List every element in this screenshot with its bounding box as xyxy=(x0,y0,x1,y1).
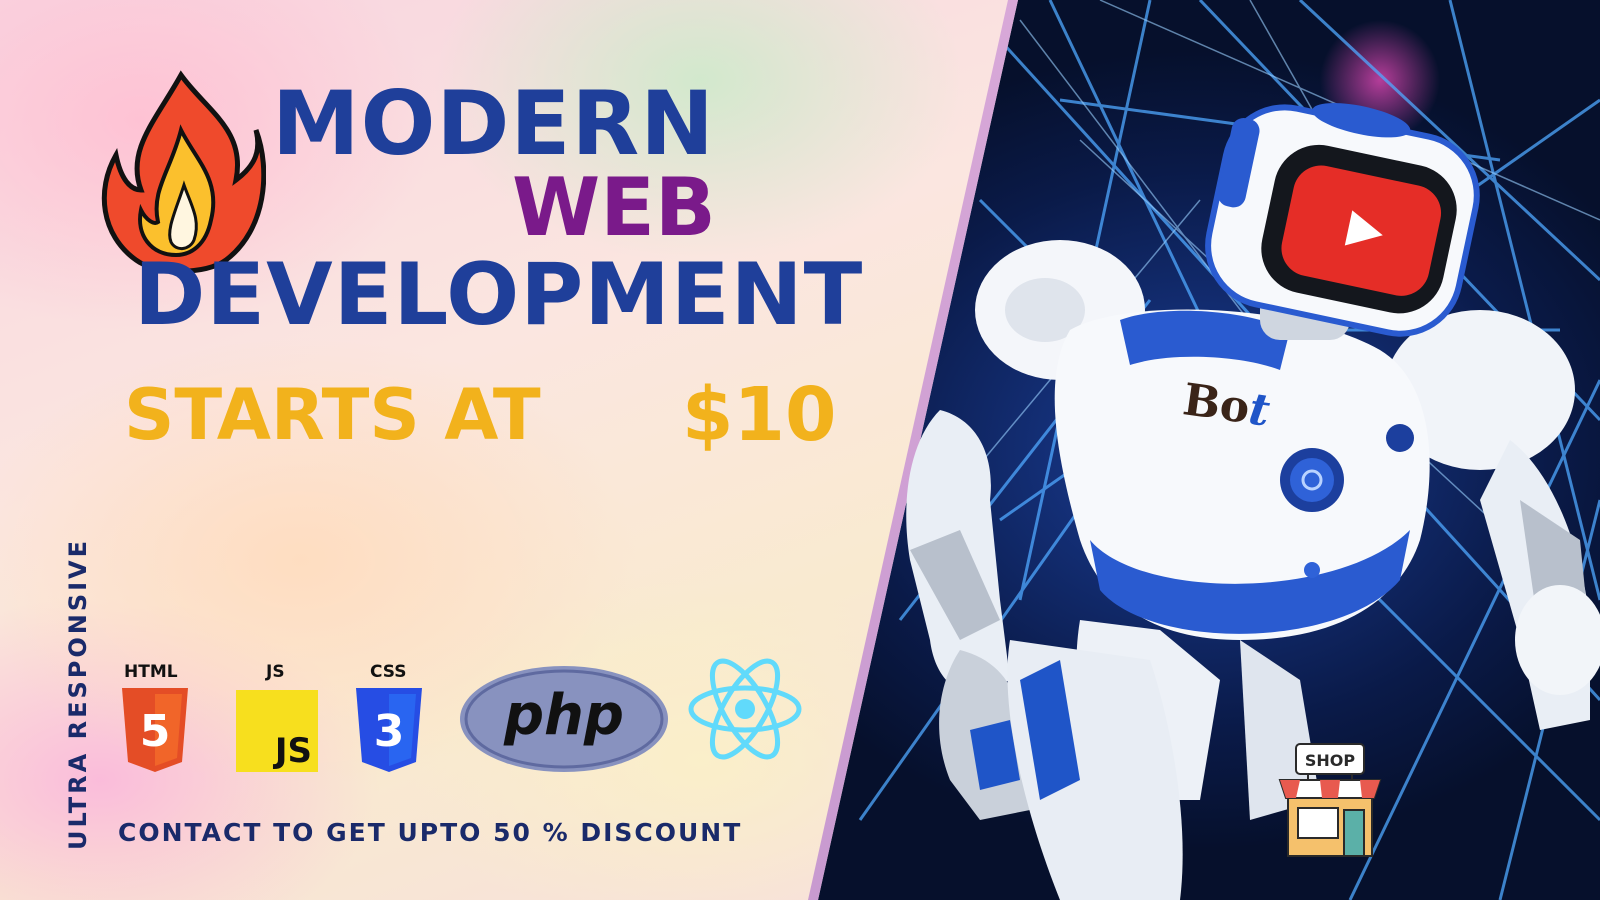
headline-modern: MODERN xyxy=(272,72,715,175)
css3-logo: 3 xyxy=(356,688,422,772)
robot-illustration xyxy=(906,103,1600,900)
html5-digit: 5 xyxy=(140,706,171,757)
js-logo: JS xyxy=(236,690,318,772)
headline-web: WEB xyxy=(512,161,716,254)
html5-logo: 5 xyxy=(122,688,188,772)
php-logo: php xyxy=(460,666,668,772)
robot-label-prefix: Bo xyxy=(1179,374,1253,434)
js-label: JS xyxy=(266,662,285,682)
shop-sign-text: SHOP xyxy=(1305,751,1356,770)
react-logo xyxy=(688,658,802,760)
headline-starts-at: STARTS AT xyxy=(124,374,541,456)
headline-price: $10 xyxy=(682,372,837,458)
css3-digit: 3 xyxy=(374,706,405,757)
html-label: HTML xyxy=(124,662,178,682)
js-logo-text: JS xyxy=(274,731,312,771)
thumbnail-canvas: MODERN WEB DEVELOPMENT STARTS AT $10 ULT… xyxy=(0,0,1600,900)
css-label: CSS xyxy=(370,662,407,682)
side-label-ultra-responsive: ULTRA RESPONSIVE xyxy=(64,537,92,850)
headline-development: DEVELOPMENT xyxy=(134,245,864,345)
php-text: php xyxy=(503,683,624,748)
contact-discount-text: CONTACT TO GET UPTO 50 % DISCOUNT xyxy=(118,818,743,847)
shop-icon: SHOP xyxy=(1278,743,1382,857)
